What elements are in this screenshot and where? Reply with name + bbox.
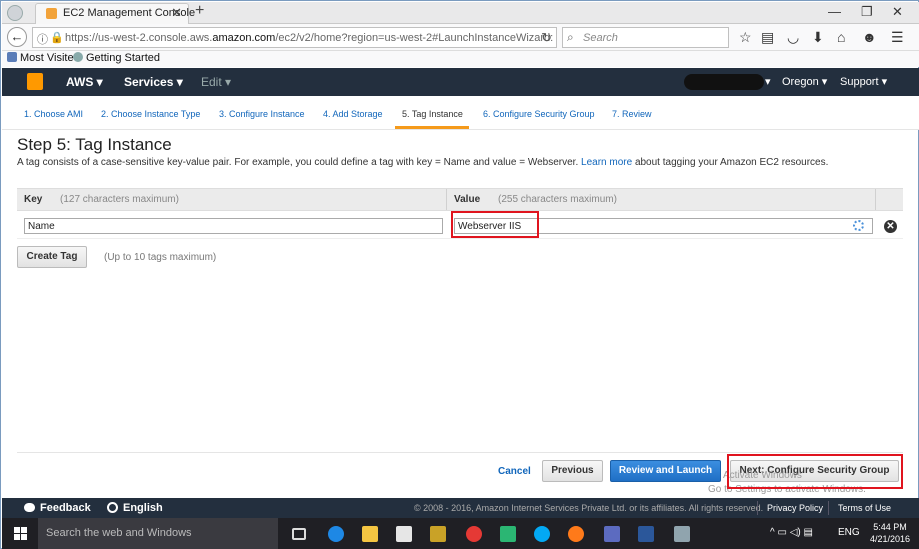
aws-menu[interactable]: AWS ▾ <box>66 75 103 89</box>
step-choose-instance-type[interactable]: 2. Choose Instance Type <box>101 109 200 119</box>
footer-separator <box>828 501 829 515</box>
region-menu[interactable]: Oregon ▾ <box>782 75 827 88</box>
restore-icon[interactable]: ❐ <box>861 4 873 20</box>
terms-of-use-link[interactable]: Terms of Use <box>838 503 891 513</box>
account-caret-icon[interactable]: ▾ <box>765 75 771 88</box>
services-menu[interactable]: Services ▾ <box>124 75 183 89</box>
input-language[interactable]: ENG <box>838 527 860 538</box>
edit-menu[interactable]: Edit ▾ <box>201 75 231 89</box>
copyright-text: © 2008 - 2016, Amazon Internet Services … <box>414 503 764 513</box>
bookmark-getting-started[interactable]: Getting Started <box>73 52 160 64</box>
download-icon[interactable]: ⬇ <box>812 29 824 46</box>
back-button[interactable]: ← <box>7 27 27 47</box>
edge-icon[interactable] <box>328 526 344 542</box>
close-window-icon[interactable]: ✕ <box>892 4 903 20</box>
next-highlight-box <box>727 454 903 489</box>
firefox-icon[interactable] <box>7 5 23 21</box>
footer-separator <box>757 501 758 515</box>
skype-icon[interactable] <box>534 526 550 542</box>
menu-icon[interactable]: ☰ <box>891 29 904 46</box>
search-placeholder: Search <box>583 32 618 44</box>
store-icon[interactable] <box>396 526 412 542</box>
step-review[interactable]: 7. Review <box>612 109 652 119</box>
key-column-hint: (127 characters maximum) <box>60 194 179 205</box>
taskbar-clock[interactable]: 5:44 PM 4/21/2016 <box>870 521 910 545</box>
bookmark-star-icon[interactable]: ☆ <box>739 29 752 46</box>
account-menu-redacted[interactable] <box>684 74 764 90</box>
step-tag-instance[interactable]: 5. Tag Instance <box>402 109 463 119</box>
support-menu[interactable]: Support ▾ <box>840 75 887 88</box>
new-tab-icon[interactable]: + <box>195 2 204 20</box>
create-tag-button[interactable]: Create Tag <box>17 246 87 268</box>
step-add-storage[interactable]: 4. Add Storage <box>323 109 383 119</box>
loading-spinner-icon <box>853 220 864 231</box>
review-and-launch-button[interactable]: Review and Launch <box>610 460 721 482</box>
column-divider <box>446 189 447 210</box>
minimize-icon[interactable]: — <box>828 4 841 19</box>
wizard-steps: 1. Choose AMI 2. Choose Instance Type 3.… <box>2 96 919 130</box>
nav-bar: ← ⓘ 🔒 https://us-west-2.console.aws.amaz… <box>2 24 919 51</box>
page-description: A tag consists of a case-sensitive key-v… <box>17 157 829 168</box>
firefox-small-icon <box>73 52 83 62</box>
remove-tag-icon[interactable]: ✕ <box>884 220 897 233</box>
home-icon[interactable]: ⌂ <box>837 29 845 45</box>
chat-icon[interactable]: ☻ <box>862 29 877 45</box>
search-icon: ⌕ <box>567 30 574 44</box>
pocket-icon[interactable]: ◡ <box>787 29 799 46</box>
value-column-hint: (255 characters maximum) <box>498 194 617 205</box>
tag-table-header: Key (127 characters maximum) Value (255 … <box>17 188 903 211</box>
info-icon[interactable]: ⓘ <box>37 31 48 47</box>
feedback-bubble-icon <box>24 503 35 512</box>
reading-list-icon[interactable]: ▤ <box>761 29 774 46</box>
tray-icons[interactable]: ^ ▭ ◁) ▤ <box>770 527 813 538</box>
tag-key-input[interactable] <box>24 218 443 234</box>
column-divider <box>875 189 876 210</box>
aws-cube-icon[interactable] <box>27 73 43 90</box>
step-configure-instance[interactable]: 3. Configure Instance <box>219 109 305 119</box>
chrome-icon[interactable] <box>466 526 482 542</box>
aws-header: AWS ▾ Services ▾ Edit ▾ ▾ Oregon ▾ Suppo… <box>2 68 919 96</box>
language-selector[interactable]: English <box>107 502 163 514</box>
globe-icon <box>107 502 118 513</box>
url-text[interactable]: https://us-west-2.console.aws.amazon.com… <box>65 32 553 44</box>
key-column-header: Key <box>24 194 43 205</box>
task-view-icon[interactable] <box>292 528 306 540</box>
privacy-policy-link[interactable]: Privacy Policy <box>767 503 823 513</box>
tools-icon[interactable] <box>430 526 446 542</box>
step-configure-security-group[interactable]: 6. Configure Security Group <box>483 109 595 119</box>
step-choose-ami[interactable]: 1. Choose AMI <box>24 109 83 119</box>
word-icon[interactable] <box>638 526 654 542</box>
console-footer: Feedback English © 2008 - 2016, Amazon I… <box>2 498 919 518</box>
notes-icon[interactable] <box>674 526 690 542</box>
windows-taskbar: Search the web and Windows ^ ▭ ◁) ▤ ENG … <box>2 518 919 549</box>
feedback-link[interactable]: Feedback <box>24 502 91 514</box>
learn-more-link[interactable]: Learn more <box>581 157 632 168</box>
value-highlight-box <box>451 211 539 238</box>
search-input[interactable]: ⌕ Search <box>562 27 729 48</box>
remote-desktop-icon[interactable] <box>604 526 620 542</box>
active-step-indicator <box>395 126 469 129</box>
reload-icon[interactable]: ↻ <box>541 30 552 46</box>
bookmark-most-visited[interactable]: Most Visited <box>7 52 80 64</box>
file-explorer-icon[interactable] <box>362 526 378 542</box>
lock-icon[interactable]: 🔒 <box>50 31 64 44</box>
page-title: Step 5: Tag Instance <box>17 135 172 154</box>
create-tag-hint: (Up to 10 tags maximum) <box>104 252 217 263</box>
previous-button[interactable]: Previous <box>542 460 603 482</box>
visual-studio-icon[interactable] <box>500 526 516 542</box>
browser-tab[interactable]: EC2 Management Console ✕ <box>35 3 195 24</box>
taskbar-search-input[interactable]: Search the web and Windows <box>38 518 278 549</box>
windows-start-icon[interactable] <box>14 527 27 540</box>
footer-divider <box>17 452 903 453</box>
browser-window: EC2 Management Console ✕ + — ❐ ✕ ← ⓘ 🔒 h… <box>0 0 919 549</box>
aws-favicon-icon <box>46 8 57 19</box>
bookmarks-bar: Most Visited Getting Started <box>2 51 919 67</box>
firefox-taskbar-icon[interactable] <box>568 526 584 542</box>
value-column-header: Value <box>454 194 481 205</box>
tab-close-icon[interactable]: ✕ <box>171 5 182 21</box>
bookmarks-folder-icon <box>7 52 17 62</box>
cancel-link[interactable]: Cancel <box>498 466 531 477</box>
title-bar: EC2 Management Console ✕ + — ❐ ✕ <box>2 2 919 24</box>
url-bar[interactable]: ⓘ 🔒 https://us-west-2.console.aws.amazon… <box>32 27 557 48</box>
